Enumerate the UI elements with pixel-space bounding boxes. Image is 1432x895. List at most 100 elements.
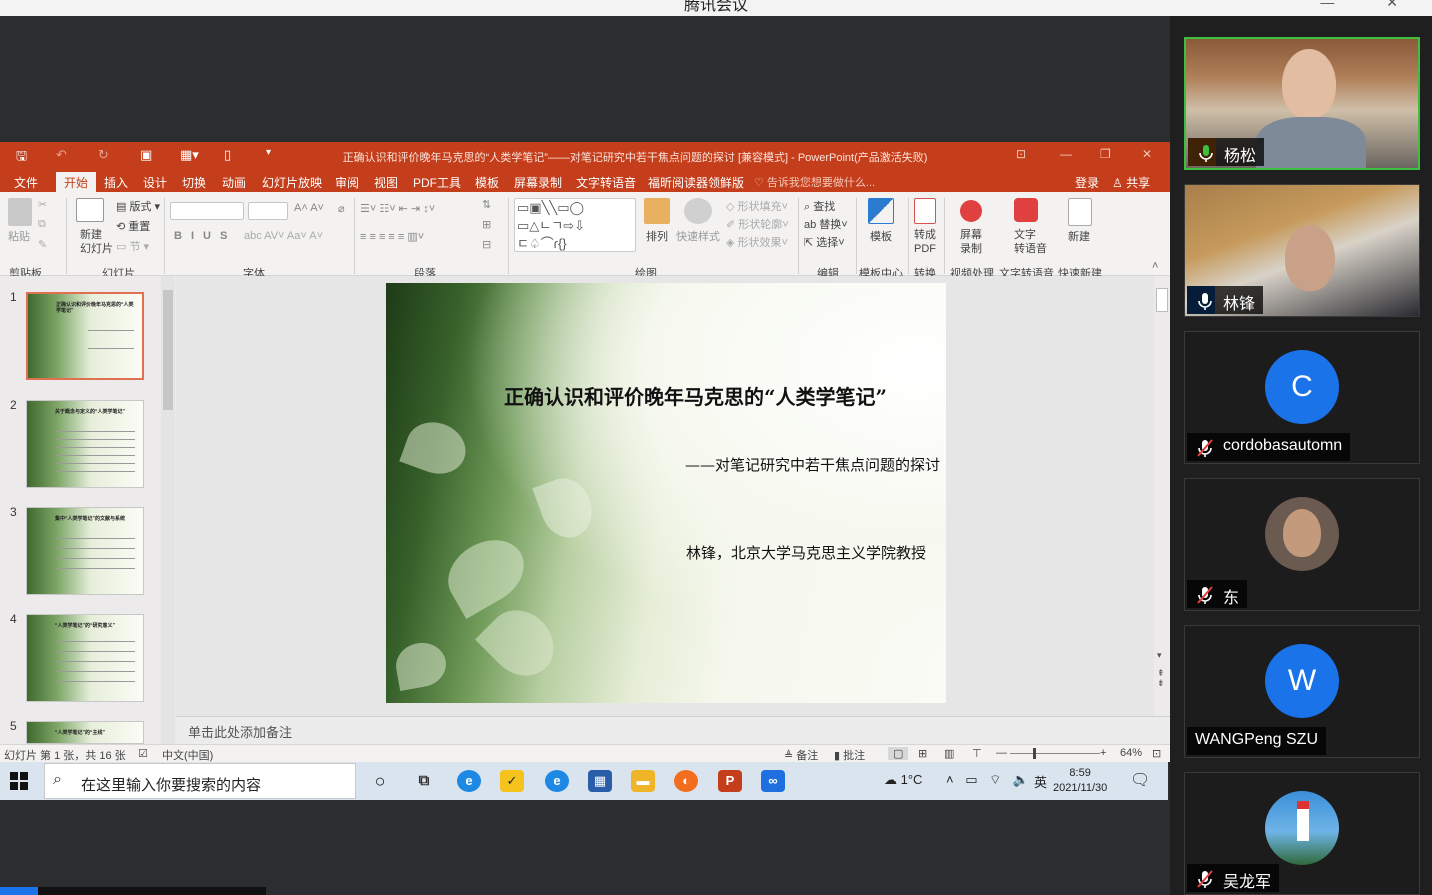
taskbar-search-box[interactable]: ⌕ 在这里输入你要搜索的内容	[44, 763, 356, 799]
browser-app-icon[interactable]: ◐	[674, 770, 698, 792]
slideshow-view-icon[interactable]: ⊤	[972, 747, 982, 760]
copy-icon[interactable]: ⧉	[38, 218, 46, 231]
file-explorer-icon[interactable]: ▬	[631, 770, 655, 792]
undo-icon[interactable]: ↶	[56, 147, 67, 163]
tencent-meeting-icon[interactable]: ∞	[761, 770, 785, 792]
slide-thumbnail-1[interactable]: 正确认识和评价晚年马克思的“人类学笔记”	[26, 292, 144, 380]
new-file-icon[interactable]: ▯	[224, 147, 231, 163]
share-button[interactable]: ♙ 共享	[1112, 174, 1150, 191]
participant-tile[interactable]: W WANGPeng SZU	[1184, 625, 1420, 758]
save-icon[interactable]: 🖫	[16, 147, 27, 169]
customize-qat-icon[interactable]: ▾	[266, 147, 271, 158]
slideshow-icon[interactable]: ▣	[140, 147, 152, 163]
align-icons[interactable]: ≡ ≡ ≡ ≡ ≡ ▥˅	[360, 230, 424, 243]
slide-author[interactable]: 林锋，北京大学马克思主义学院教授	[686, 542, 926, 563]
arrange-label[interactable]: 排列	[646, 228, 668, 244]
task-view-icon[interactable]: ⧉	[412, 770, 436, 792]
font-more-icons[interactable]: abc AV˅ Aa˅ A˅	[244, 230, 323, 242]
tab-insert[interactable]: 插入	[104, 174, 128, 191]
align-text-icon[interactable]: ⊞	[482, 218, 491, 231]
tab-pdf-tools[interactable]: PDF工具	[413, 174, 461, 191]
paste-icon[interactable]	[8, 198, 32, 226]
font-size-box[interactable]	[248, 202, 288, 220]
thumbnail-scrollbar[interactable]	[161, 276, 175, 744]
weather-indicator[interactable]: ☁ 1°C	[884, 772, 922, 788]
redo-icon[interactable]: ↻	[98, 147, 109, 163]
pdf-icon[interactable]	[914, 198, 936, 224]
slide-thumbnail-3[interactable]: 集中“人类学笔记”的文献与系统	[26, 507, 144, 595]
tab-slideshow[interactable]: 幻灯片放映	[262, 174, 322, 191]
tab-animations[interactable]: 动画	[222, 174, 246, 191]
language-indicator[interactable]: 中文(中国)	[162, 747, 213, 763]
to-pdf-label[interactable]: 转成 PDF	[914, 228, 936, 256]
tab-screen-record[interactable]: 屏幕录制	[514, 174, 562, 191]
window-controls[interactable]: — ✕	[1320, 0, 1422, 11]
notification-icon[interactable]: 🗨	[1130, 770, 1150, 790]
collapse-ribbon-icon[interactable]: ˄	[1152, 260, 1158, 272]
template-icon[interactable]	[868, 198, 894, 224]
layout-button[interactable]: ▤ 版式 ▾	[116, 198, 160, 214]
scroll-down-icon[interactable]: ▾	[1157, 650, 1162, 661]
find-button[interactable]: ⌕ 查找	[804, 198, 835, 214]
tab-template[interactable]: 模板	[475, 174, 499, 191]
quick-new-icon[interactable]	[1068, 198, 1092, 226]
notes-toggle[interactable]: ≜ 备注	[784, 747, 818, 763]
tell-me-box[interactable]: ♡ 告诉我您想要做什么...	[754, 174, 875, 190]
slide-thumbnail-4[interactable]: “人类学笔记”的“研究意义”	[26, 614, 144, 702]
slide-subtitle[interactable]: ——对笔记研究中若干焦点问题的探讨	[685, 454, 940, 475]
bullets-icon[interactable]: ☰˅ ☷˅ ⇤ ⇥ ↕˅	[360, 202, 435, 215]
font-grow-icon[interactable]: A˄ A˅	[294, 202, 324, 214]
minimize-icon[interactable]: —	[1060, 147, 1072, 161]
close-icon[interactable]: ✕	[1142, 147, 1152, 161]
ime-indicator[interactable]: 英	[1034, 772, 1047, 791]
prev-slide-icon[interactable]: ⇞ ⇟	[1157, 668, 1165, 688]
select-button[interactable]: ⇱ 选择˅	[804, 234, 845, 250]
current-slide[interactable]: 正确认识和评价晚年马克思的“人类学笔记” ——对笔记研究中若干焦点问题的探讨 林…	[386, 283, 946, 703]
normal-view-icon[interactable]: ▢	[888, 747, 909, 760]
shape-outline-button[interactable]: ✐ 形状轮廓˅	[726, 216, 789, 232]
notes-pane[interactable]: 单击此处添加备注	[176, 716, 1170, 744]
text-direction-icon[interactable]: ⇅	[482, 198, 491, 211]
clear-format-icon[interactable]: ⌀	[338, 202, 345, 215]
tts-icon[interactable]	[1014, 198, 1038, 222]
spellcheck-icon[interactable]: ☑	[138, 747, 148, 760]
fit-slide-icon[interactable]: ⊡	[1152, 747, 1161, 760]
slide-thumbnail-5[interactable]: “人类学笔记”的“主线”	[26, 721, 144, 744]
new-slide-icon[interactable]	[76, 198, 104, 222]
participant-tile[interactable]: 杨松	[1184, 37, 1420, 170]
participant-tile[interactable]: C cordobasautomn	[1184, 331, 1420, 464]
tab-design[interactable]: 设计	[143, 174, 167, 191]
shape-effects-button[interactable]: ◈ 形状效果˅	[726, 234, 788, 250]
tab-foxit[interactable]: 福昕阅读器领鲜版	[648, 174, 744, 191]
store-icon[interactable]: ▦	[588, 770, 612, 792]
cut-icon[interactable]: ✂	[38, 198, 47, 211]
template-label[interactable]: 模板	[870, 228, 892, 244]
tab-file[interactable]: 文件	[14, 174, 38, 191]
screen-record-label[interactable]: 屏幕 录制	[960, 228, 982, 256]
ie-icon[interactable]: e	[545, 770, 569, 792]
quick-styles-label[interactable]: 快速样式	[676, 228, 720, 244]
tab-tts[interactable]: 文字转语音	[576, 174, 636, 191]
cortana-icon[interactable]: ○	[368, 770, 392, 792]
slide-sorter-icon[interactable]: ⊞	[918, 747, 927, 760]
comments-toggle[interactable]: ▮ 批注	[834, 747, 865, 763]
reading-view-icon[interactable]: ▥	[944, 747, 954, 760]
ribbon-display-icon[interactable]: ⊡	[1016, 147, 1026, 161]
restore-icon[interactable]: ❐	[1100, 147, 1111, 161]
taskbar-clock[interactable]: 8:59 2021/11/30	[1053, 766, 1107, 796]
participant-tile[interactable]: 林锋	[1184, 184, 1420, 317]
zoom-in-icon[interactable]: +	[1100, 747, 1106, 759]
format-painter-icon[interactable]: ✎	[38, 238, 47, 251]
zoom-slider[interactable]	[1010, 753, 1100, 754]
quick-styles-icon[interactable]	[684, 198, 712, 224]
todo-app-icon[interactable]: ✓	[500, 770, 524, 792]
tab-transitions[interactable]: 切换	[182, 174, 206, 191]
section-button[interactable]: ▭ 节 ▾	[116, 238, 149, 254]
record-icon[interactable]	[960, 200, 982, 222]
shape-fill-button[interactable]: ◇ 形状填充˅	[726, 198, 788, 214]
smartart-icon[interactable]: ⊟	[482, 238, 491, 251]
participant-tile[interactable]: 吴龙军	[1184, 772, 1420, 895]
font-style-buttons[interactable]: BIUS	[174, 230, 236, 242]
zoom-out-icon[interactable]: —	[996, 747, 1007, 759]
tray-icons[interactable]: ˄ ▭ ⌔ 🔈	[946, 772, 1033, 788]
